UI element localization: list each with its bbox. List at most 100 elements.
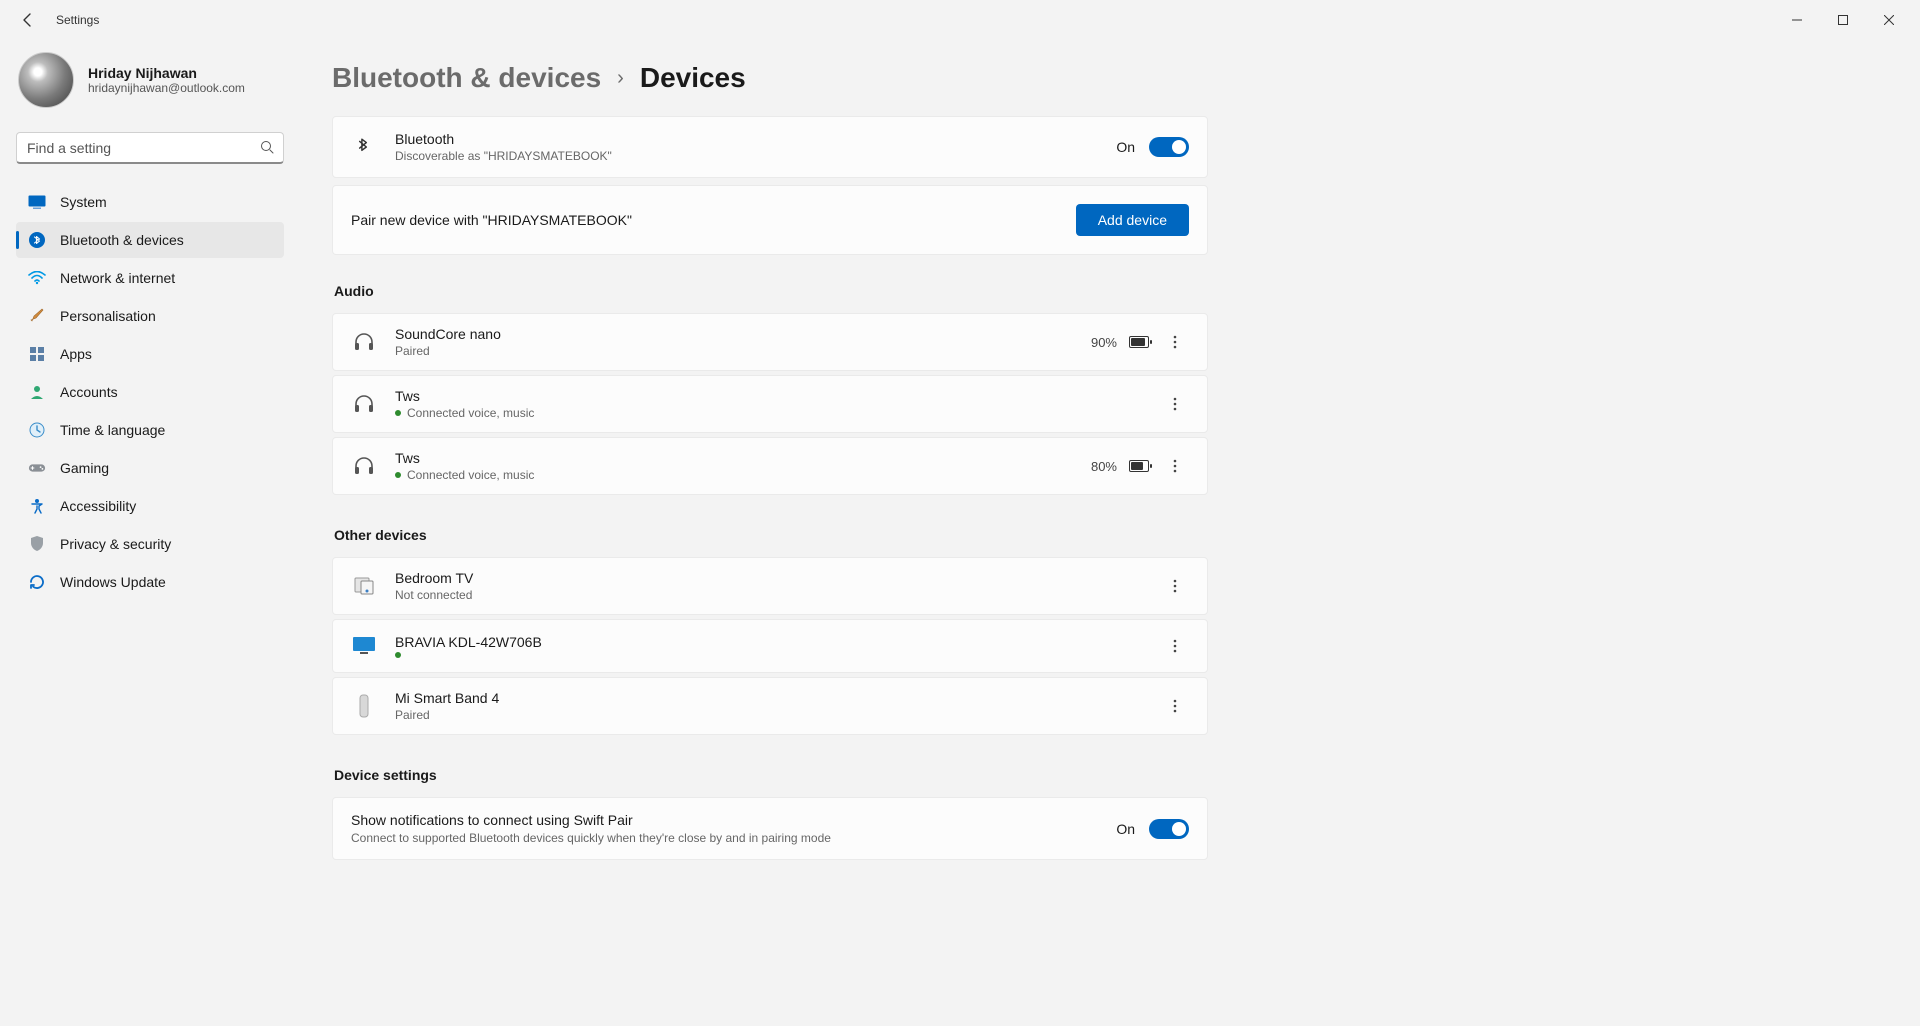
minimize-button[interactable] xyxy=(1774,4,1820,36)
sidebar-item-label: Time & language xyxy=(60,422,165,438)
section-settings: Device settings xyxy=(334,767,1208,783)
sidebar-item-time[interactable]: Time & language xyxy=(16,412,284,448)
wifi-icon xyxy=(28,269,46,287)
device-more-button[interactable] xyxy=(1161,452,1189,480)
audio-device-row[interactable]: Tws Connected voice, music 80% xyxy=(332,437,1208,495)
sidebar-item-label: Personalisation xyxy=(60,308,156,324)
headphones-icon xyxy=(351,329,377,355)
update-icon xyxy=(28,573,46,591)
bluetooth-icon xyxy=(351,137,375,157)
device-more-button[interactable] xyxy=(1161,692,1189,720)
sidebar-item-gaming[interactable]: Gaming xyxy=(16,450,284,486)
nav: System Bluetooth & devices Network & inter… xyxy=(16,184,284,600)
device-name: Mi Smart Band 4 xyxy=(395,690,499,706)
battery-icon xyxy=(1129,336,1149,348)
chevron-right-icon: › xyxy=(617,67,624,90)
section-audio: Audio xyxy=(334,283,1208,299)
sidebar-item-label: System xyxy=(60,194,107,210)
swift-subtitle: Connect to supported Bluetooth devices q… xyxy=(351,831,831,845)
time-icon xyxy=(28,421,46,439)
device-status: Paired xyxy=(395,344,501,358)
device-more-button[interactable] xyxy=(1161,328,1189,356)
app-title: Settings xyxy=(56,13,99,27)
sidebar-item-system[interactable]: System xyxy=(16,184,284,220)
device-more-button[interactable] xyxy=(1161,390,1189,418)
breadcrumb-parent[interactable]: Bluetooth & devices xyxy=(332,62,601,94)
profile-email: hridaynijhawan@outlook.com xyxy=(88,81,245,95)
swift-toggle[interactable] xyxy=(1149,819,1189,839)
apps-icon xyxy=(28,345,46,363)
device-status: Connected voice, music xyxy=(407,406,534,420)
add-device-button[interactable]: Add device xyxy=(1076,204,1189,236)
search-input[interactable] xyxy=(16,132,284,164)
sidebar-item-label: Bluetooth & devices xyxy=(60,232,184,248)
monitor-icon xyxy=(351,633,377,659)
sidebar-item-account[interactable]: Accounts xyxy=(16,374,284,410)
device-more-button[interactable] xyxy=(1161,632,1189,660)
headphones-icon xyxy=(351,391,377,417)
battery-percent: 90% xyxy=(1091,335,1117,350)
battery-icon xyxy=(1129,460,1149,472)
profile-name: Hriday Nijhawan xyxy=(88,65,245,81)
sidebar-item-label: Windows Update xyxy=(60,574,166,590)
audio-device-row[interactable]: SoundCore nano Paired 90% xyxy=(332,313,1208,371)
titlebar: Settings xyxy=(0,0,1920,40)
connected-dot-icon xyxy=(395,472,401,478)
band-icon xyxy=(351,693,377,719)
device-name: BRAVIA KDL-42W706B xyxy=(395,634,542,650)
sidebar-item-accessibility[interactable]: Accessibility xyxy=(16,488,284,524)
accessibility-icon xyxy=(28,497,46,515)
battery-percent: 80% xyxy=(1091,459,1117,474)
other-device-row[interactable]: Bedroom TV Not connected xyxy=(332,557,1208,615)
connected-dot-icon xyxy=(395,652,401,658)
brush-icon xyxy=(28,307,46,325)
sidebar-item-update[interactable]: Windows Update xyxy=(16,564,284,600)
search-wrap xyxy=(16,132,284,164)
sidebar-item-label: Apps xyxy=(60,346,92,362)
sidebar-item-apps[interactable]: Apps xyxy=(16,336,284,372)
swift-pair-card: Show notifications to connect using Swif… xyxy=(332,797,1208,860)
sidebar-item-label: Privacy & security xyxy=(60,536,171,552)
connected-dot-icon xyxy=(395,410,401,416)
sidebar-item-brush[interactable]: Personalisation xyxy=(16,298,284,334)
back-button[interactable] xyxy=(12,4,44,36)
sidebar-item-bluetooth[interactable]: Bluetooth & devices xyxy=(16,222,284,258)
profile-block[interactable]: Hriday Nijhawan hridaynijhawan@outlook.c… xyxy=(16,48,284,132)
device-more-button[interactable] xyxy=(1161,572,1189,600)
swift-toggle-label: On xyxy=(1116,821,1135,837)
bluetooth-toggle-card: Bluetooth Discoverable as "HRIDAYSMATEBO… xyxy=(332,116,1208,178)
device-name: Bedroom TV xyxy=(395,570,473,586)
account-icon xyxy=(28,383,46,401)
close-button[interactable] xyxy=(1866,4,1912,36)
gaming-icon xyxy=(28,459,46,477)
search-icon xyxy=(260,140,274,159)
privacy-icon xyxy=(28,535,46,553)
sidebar-item-label: Accessibility xyxy=(60,498,136,514)
sidebar: Hriday Nijhawan hridaynijhawan@outlook.c… xyxy=(0,40,300,1026)
system-icon xyxy=(28,193,46,211)
swift-title: Show notifications to connect using Swif… xyxy=(351,812,831,828)
sidebar-item-privacy[interactable]: Privacy & security xyxy=(16,526,284,562)
pair-text: Pair new device with "HRIDAYSMATEBOOK" xyxy=(351,212,632,228)
bluetooth-toggle[interactable] xyxy=(1149,137,1189,157)
device-status: Connected voice, music xyxy=(407,468,534,482)
avatar xyxy=(18,52,74,108)
device-name: SoundCore nano xyxy=(395,326,501,342)
bluetooth-toggle-label: On xyxy=(1116,139,1135,155)
sidebar-item-wifi[interactable]: Network & internet xyxy=(16,260,284,296)
section-other: Other devices xyxy=(334,527,1208,543)
bluetooth-icon xyxy=(28,231,46,249)
other-device-row[interactable]: BRAVIA KDL-42W706B xyxy=(332,619,1208,673)
device-status: Not connected xyxy=(395,588,473,602)
headphones-icon xyxy=(351,453,377,479)
main: Bluetooth & devices › Devices Bluetooth … xyxy=(300,40,1920,1026)
sidebar-item-label: Accounts xyxy=(60,384,118,400)
maximize-button[interactable] xyxy=(1820,4,1866,36)
audio-device-row[interactable]: Tws Connected voice, music xyxy=(332,375,1208,433)
sidebar-item-label: Network & internet xyxy=(60,270,175,286)
window-controls xyxy=(1774,4,1912,36)
device-status: Paired xyxy=(395,708,499,722)
breadcrumb: Bluetooth & devices › Devices xyxy=(332,62,1920,94)
other-device-row[interactable]: Mi Smart Band 4 Paired xyxy=(332,677,1208,735)
breadcrumb-current: Devices xyxy=(640,62,746,94)
